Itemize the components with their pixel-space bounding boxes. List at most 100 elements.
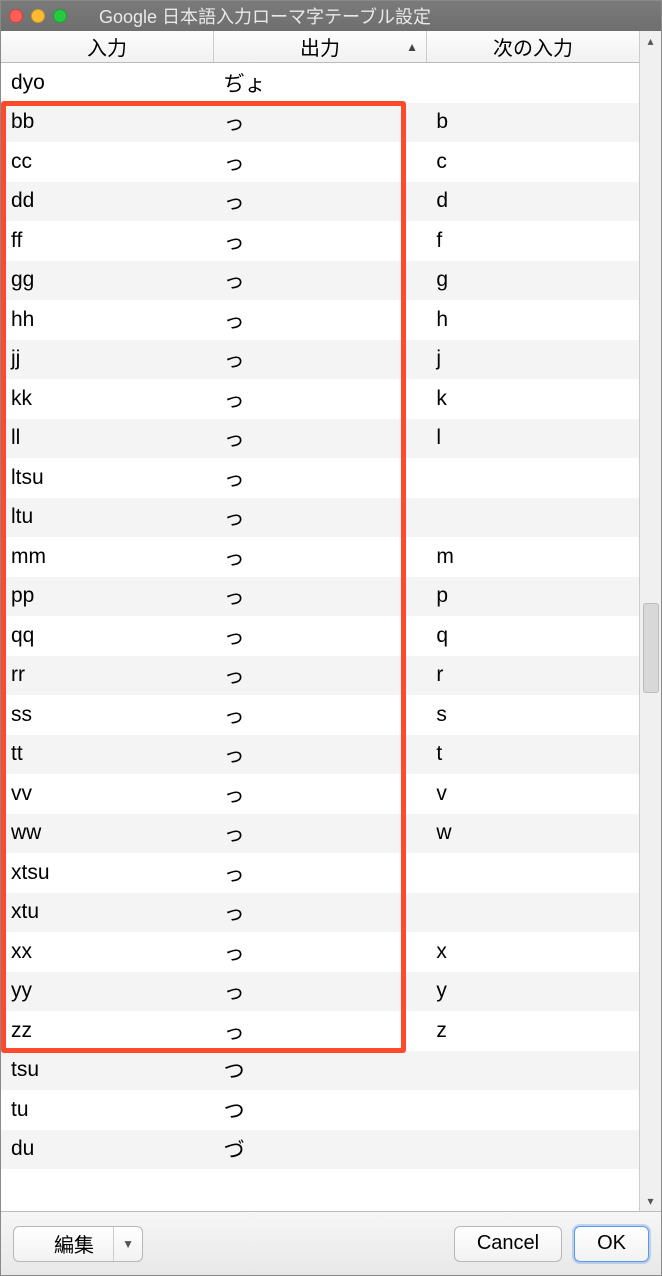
cell-output: っ [214,739,427,769]
table-row[interactable]: ssっs [1,695,639,735]
cell-next: p [426,584,639,608]
table-row[interactable]: ltuっ [1,498,639,538]
cell-input: cc [1,150,214,174]
cell-input: zz [1,1019,214,1043]
cell-next: g [426,268,639,292]
cell-input: ll [1,426,214,450]
zoom-icon[interactable] [53,9,67,23]
scrollbar-thumb[interactable] [643,603,659,693]
cell-input: xtsu [1,861,214,885]
cell-output: ぢょ [214,68,427,98]
column-header-next[interactable]: 次の入力 [427,31,639,62]
column-header-next-label: 次の入力 [493,32,573,61]
table-row[interactable]: ttっt [1,735,639,775]
table-rows-wrap[interactable]: dyoぢょbbっbccっcddっdffっfggっghhっhjjっjkkっkllっ… [1,63,639,1211]
column-header-input[interactable]: 入力 [1,31,214,62]
table-row[interactable]: qqっq [1,616,639,656]
cell-output: っ [214,897,427,927]
cell-input: dyo [1,71,214,95]
cell-input: xtu [1,900,214,924]
table-row[interactable]: yyっy [1,972,639,1012]
cell-input: vv [1,782,214,806]
cancel-button[interactable]: Cancel [454,1226,562,1262]
cell-output: っ [214,779,427,809]
cell-output: っ [214,226,427,256]
cell-output: っ [214,581,427,611]
table-row[interactable]: mmっm [1,537,639,577]
window-controls [9,9,67,23]
scroll-down-icon[interactable]: ▾ [640,1191,661,1211]
cell-input: ltu [1,505,214,529]
cell-output: っ [214,147,427,177]
cell-output: っ [214,265,427,295]
cell-input: yy [1,979,214,1003]
table-row[interactable]: rrっr [1,656,639,696]
close-icon[interactable] [9,9,23,23]
table-row[interactable]: ddっd [1,182,639,222]
table-row[interactable]: llっl [1,419,639,459]
table-row[interactable]: wwっw [1,814,639,854]
column-header-output[interactable]: 出力 ▲ [214,31,427,62]
cell-next: s [426,703,639,727]
table-row[interactable]: tsuつ [1,1051,639,1091]
table-row[interactable]: jjっj [1,340,639,380]
titlebar[interactable]: Google 日本語入力ローマ字テーブル設定 [1,1,661,31]
cell-input: ltsu [1,466,214,490]
cell-output: っ [214,502,427,532]
cancel-button-label: Cancel [477,1232,539,1255]
cell-input: rr [1,663,214,687]
scroll-up-icon[interactable]: ▴ [640,31,661,51]
cell-input: du [1,1137,214,1161]
table-row[interactable]: vvっv [1,774,639,814]
vertical-scrollbar[interactable]: ▾ [639,63,661,1211]
edit-menu-button[interactable]: 編集 ▼ [13,1226,143,1262]
cell-next: c [426,150,639,174]
table-row[interactable]: ffっf [1,221,639,261]
table-row[interactable]: xtuっ [1,893,639,933]
column-header-output-label: 出力 [300,32,340,61]
cell-next: q [426,624,639,648]
cell-next: d [426,189,639,213]
cell-input: ff [1,229,214,253]
table-row[interactable]: zzっz [1,1011,639,1051]
cell-input: jj [1,347,214,371]
cell-input: tsu [1,1058,214,1082]
cell-next: t [426,742,639,766]
table-row[interactable]: bbっb [1,103,639,143]
cell-input: tu [1,1098,214,1122]
minimize-icon[interactable] [31,9,45,23]
cell-output: っ [214,107,427,137]
dialog-footer: 編集 ▼ Cancel OK [1,1211,661,1275]
table-row[interactable]: ggっg [1,261,639,301]
cell-output: っ [214,976,427,1006]
cell-next: j [426,347,639,371]
cell-output: っ [214,858,427,888]
cell-input: hh [1,308,214,332]
table-row[interactable]: hhっh [1,300,639,340]
table-row[interactable]: xtsuっ [1,853,639,893]
table-row[interactable]: ltsuっ [1,458,639,498]
table-row[interactable]: ccっc [1,142,639,182]
cell-next: z [426,1019,639,1043]
cell-input: qq [1,624,214,648]
cell-input: pp [1,584,214,608]
cell-next: v [426,782,639,806]
table-body-area: dyoぢょbbっbccっcddっdffっfggっghhっhjjっjkkっkllっ… [1,63,661,1211]
table-row[interactable]: duづ [1,1130,639,1170]
table-row[interactable]: xxっx [1,932,639,972]
table-row[interactable]: tuつ [1,1090,639,1130]
cell-output: っ [214,700,427,730]
cell-output: っ [214,305,427,335]
cell-input: dd [1,189,214,213]
sort-indicator-icon: ▲ [406,40,418,54]
cell-output: つ [214,1055,427,1085]
cell-next: l [426,426,639,450]
cell-next: f [426,229,639,253]
cell-output: づ [214,1134,427,1164]
cell-input: bb [1,110,214,134]
table-row[interactable]: kkっk [1,379,639,419]
ok-button[interactable]: OK [574,1226,649,1262]
table-row[interactable]: ppっp [1,577,639,617]
table-row[interactable]: dyoぢょ [1,63,639,103]
cell-output: っ [214,463,427,493]
